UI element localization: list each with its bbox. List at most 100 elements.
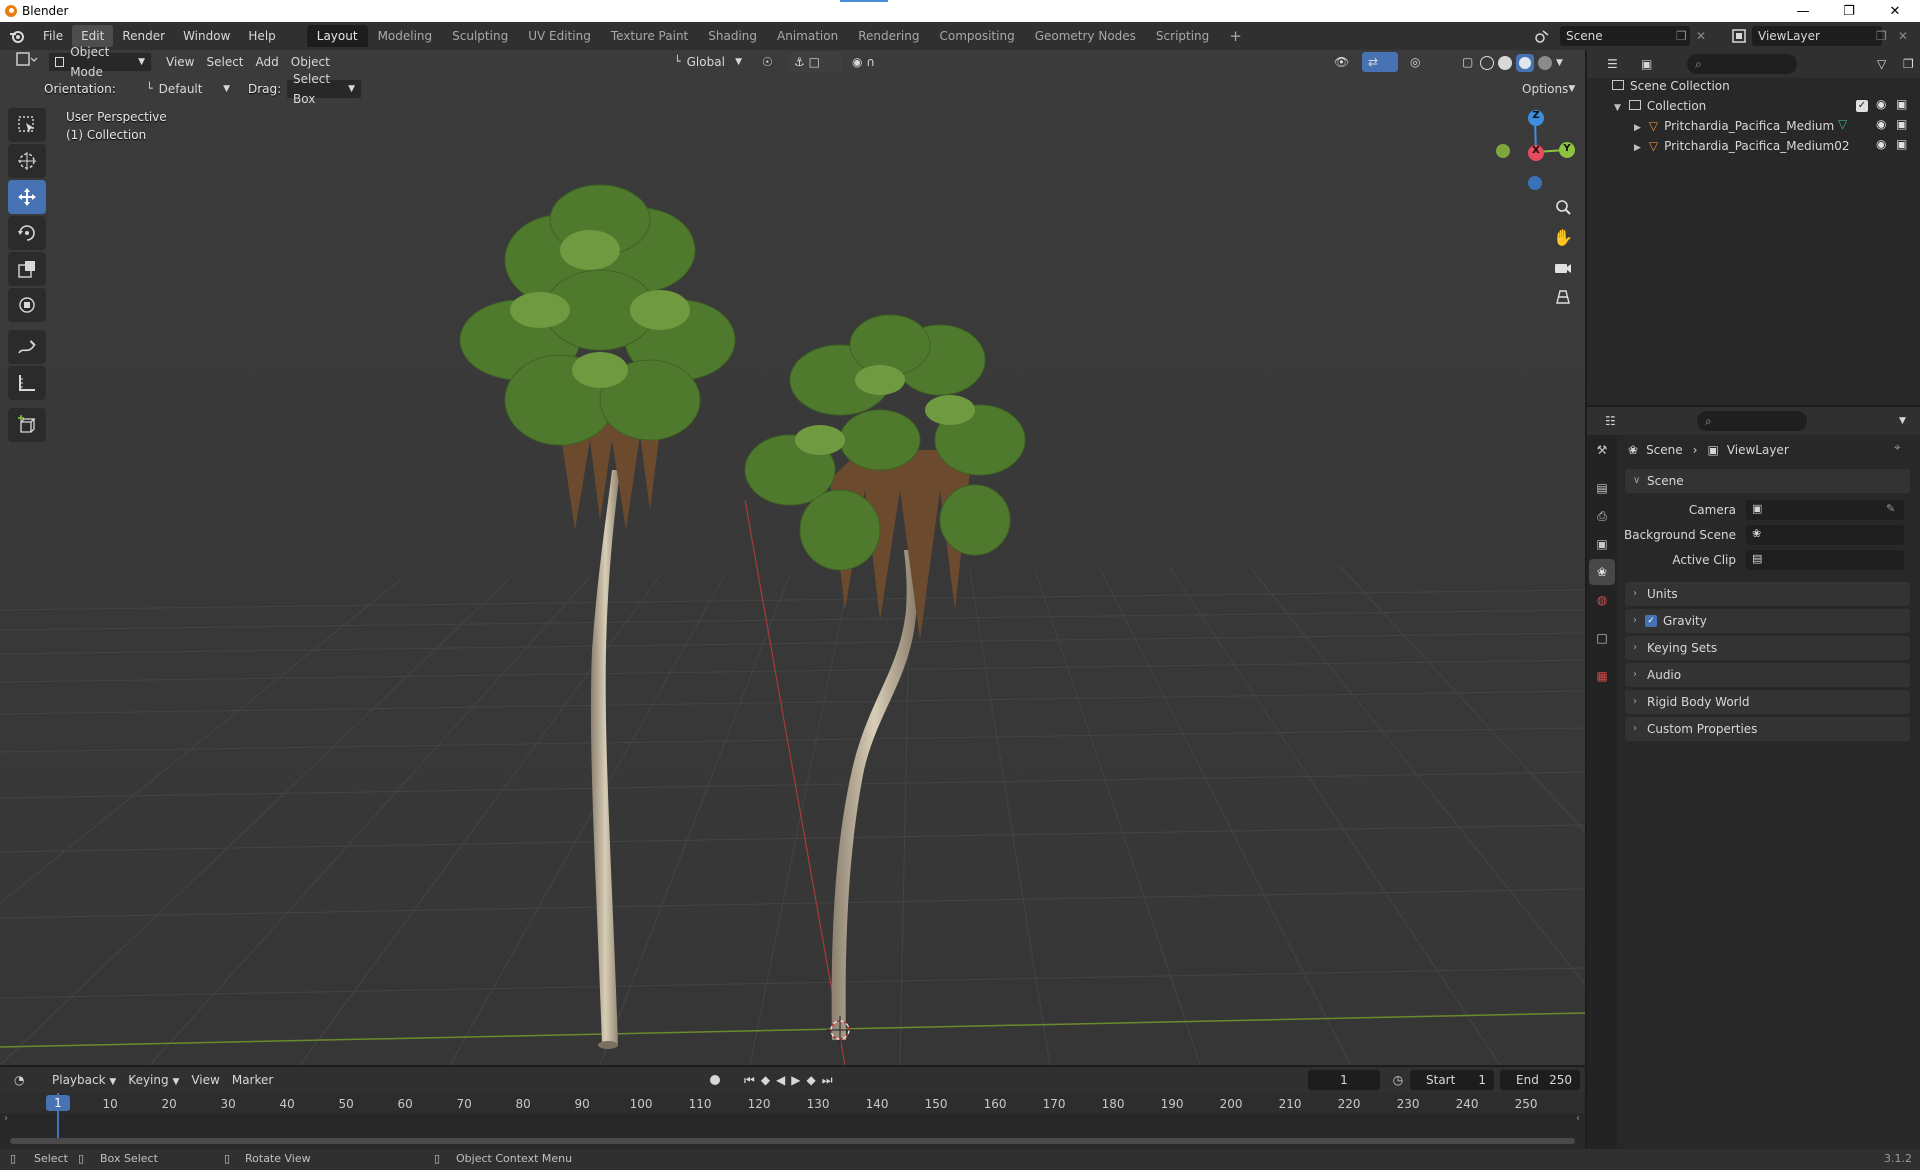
overlays-toggle-icon[interactable]: ◎ (1404, 52, 1440, 72)
new-collection-icon[interactable]: ❐ (1897, 54, 1917, 74)
wireframe-shading-icon[interactable] (1480, 56, 1494, 70)
viewlayer-selector-icon[interactable] (1724, 26, 1754, 46)
play-icon[interactable]: ▶ (791, 1073, 800, 1087)
keying-sets-panel-header[interactable]: › Keying Sets (1625, 636, 1910, 660)
viewlayer-remove-icon[interactable]: ✕ (1898, 26, 1914, 46)
workspace-tab-sculpting[interactable]: Sculpting (442, 25, 518, 47)
outliner-object-row[interactable]: ▶ ▽ Pritchardia_Pacifica_Medium02 (1634, 136, 1904, 156)
visibility-selector-icon[interactable]: 👁 (1328, 52, 1358, 72)
cursor-tool[interactable] (8, 144, 46, 178)
output-tab-icon[interactable]: ⎙ (1589, 503, 1615, 529)
audio-panel-header[interactable]: › Audio (1625, 663, 1910, 687)
timeline-menu-keying[interactable]: Keying ▼ (122, 1070, 185, 1090)
workspace-tab-uv-editing[interactable]: UV Editing (518, 25, 601, 47)
timeline-menu-view[interactable]: View (185, 1070, 225, 1090)
proportional-edit-icon[interactable]: ◉ ∩ (846, 52, 890, 72)
menu-help[interactable]: Help (239, 25, 284, 47)
workspace-tab-rendering[interactable]: Rendering (848, 25, 929, 47)
restore-icon[interactable]: ❐ (1826, 0, 1872, 22)
gravity-panel-header[interactable]: › ✓ Gravity (1625, 609, 1910, 633)
properties-search-input[interactable]: ⌕ (1697, 411, 1807, 431)
zoom-icon[interactable] (1550, 194, 1576, 220)
menu-file[interactable]: File (34, 25, 72, 47)
transform-orientation-dropdown[interactable]: └ Global ▼ (668, 52, 748, 72)
gravity-checkbox[interactable]: ✓ (1645, 615, 1657, 627)
timeline-menu-playback[interactable]: Playback ▼ (46, 1070, 122, 1090)
mode-selector[interactable]: Object Mode ▼ (48, 45, 152, 79)
start-frame-field[interactable]: Start 1 (1410, 1070, 1494, 1090)
add-cube-tool[interactable] (8, 408, 46, 442)
outliner-search-input[interactable]: ⌕ (1687, 54, 1797, 74)
chevron-left-icon[interactable]: ‹ (1576, 1113, 1580, 1124)
camera-view-icon[interactable] (1550, 254, 1576, 280)
outliner-editor-type-icon[interactable]: ☰ (1601, 54, 1631, 74)
material-preview-shading-icon[interactable] (1516, 54, 1534, 72)
render-camera-icon[interactable]: ▣ (1896, 137, 1907, 151)
active-clip-field[interactable]: ▤ (1746, 550, 1904, 570)
eyedropper-icon[interactable]: ✎ (1886, 502, 1895, 515)
workspace-tab-geometry-nodes[interactable]: Geometry Nodes (1025, 25, 1146, 47)
editor-type-icon[interactable] (10, 52, 44, 72)
units-panel-header[interactable]: › Units (1625, 582, 1910, 606)
prev-keyframe-icon[interactable]: ◆ (761, 1073, 770, 1087)
viewport-menu-view[interactable]: View (160, 52, 200, 72)
add-workspace-button[interactable]: + (1219, 25, 1252, 47)
outliner-collection[interactable]: ▼ Collection (1614, 96, 1914, 116)
workspace-tab-scripting[interactable]: Scripting (1146, 25, 1219, 47)
xray-toggle-icon[interactable]: ▢ (1456, 52, 1478, 72)
render-camera-icon[interactable]: ▣ (1896, 97, 1907, 111)
workspace-tab-modeling[interactable]: Modeling (368, 25, 443, 47)
preview-range-clock-icon[interactable]: ◷ (1388, 1070, 1408, 1090)
drag-dropdown[interactable]: Select Box ▼ (286, 72, 362, 106)
scene-remove-icon[interactable]: ✕ (1696, 26, 1710, 46)
playhead-frame-label[interactable]: 1 (46, 1095, 70, 1111)
background-scene-field[interactable]: ❀ (1746, 525, 1904, 545)
select-box-tool[interactable] (8, 108, 46, 142)
viewlayer-new-icon[interactable]: ❐ (1876, 26, 1892, 46)
rotate-tool[interactable] (8, 216, 46, 250)
visibility-eye-icon[interactable]: ◉ (1876, 97, 1886, 111)
render-camera-icon[interactable]: ▣ (1896, 117, 1907, 131)
snap-toggle-icon[interactable]: ⚓ □ (788, 52, 842, 72)
end-frame-field[interactable]: End 250 (1500, 1070, 1580, 1090)
outliner-object-row[interactable]: ▶ ▽ Pritchardia_Pacifica_Medium (1634, 116, 1904, 136)
transform-tool[interactable] (8, 288, 46, 322)
timeline-area[interactable]: 1102030405060708090100110120130140150160… (0, 1093, 1585, 1149)
blender-menu-icon[interactable] (0, 29, 34, 43)
solid-shading-icon[interactable] (1498, 56, 1512, 70)
orientation-dropdown[interactable]: └ Default ▼ (140, 79, 236, 99)
scene-panel-header[interactable]: ∨ Scene (1625, 469, 1910, 493)
annotate-tool[interactable] (8, 330, 46, 364)
chevron-right-icon[interactable]: › (4, 1113, 8, 1124)
world-tab-icon[interactable]: ◍ (1589, 587, 1615, 613)
collection-tab-icon[interactable]: □ (1589, 625, 1615, 651)
pan-hand-icon[interactable]: ✋ (1550, 224, 1576, 250)
rigid-body-world-panel-header[interactable]: › Rigid Body World (1625, 690, 1910, 714)
modifier-icon[interactable]: ▽ (1838, 117, 1847, 131)
filter-icon[interactable]: ▽ (1871, 54, 1897, 74)
move-tool[interactable] (8, 180, 46, 214)
workspace-tab-animation[interactable]: Animation (767, 25, 848, 47)
disclosure-closed-icon[interactable]: ▶ (1634, 123, 1641, 133)
workspace-tab-shading[interactable]: Shading (698, 25, 767, 47)
timeline-menu-marker[interactable]: Marker (226, 1070, 279, 1090)
texture-tab-icon[interactable]: ▦ (1589, 663, 1615, 689)
current-frame-field[interactable]: 1 (1308, 1070, 1380, 1090)
scene-new-icon[interactable]: ❐ (1676, 26, 1690, 46)
jump-start-icon[interactable]: ⏮ (744, 1073, 755, 1088)
viewport-menu-add[interactable]: Add (250, 52, 285, 72)
viewport-menu-select[interactable]: Select (200, 52, 249, 72)
scene-tab-icon[interactable]: ❀ (1589, 559, 1615, 585)
menu-window[interactable]: Window (174, 25, 239, 47)
minimize-icon[interactable]: — (1780, 0, 1826, 22)
play-reverse-icon[interactable]: ◀ (776, 1073, 785, 1087)
workspace-tab-texture-paint[interactable]: Texture Paint (601, 25, 698, 47)
3d-viewport[interactable] (0, 50, 1585, 1065)
visibility-eye-icon[interactable]: ◉ (1876, 137, 1886, 151)
next-keyframe-icon[interactable]: ◆ (807, 1073, 816, 1087)
measure-tool[interactable] (8, 366, 46, 400)
display-mode-icon[interactable]: ▣ (1635, 54, 1665, 74)
viewlayer-name-field[interactable]: ViewLayer (1752, 26, 1882, 46)
scene-selector-icon[interactable] (1522, 26, 1562, 46)
pivot-point-icon[interactable]: ☉ (756, 52, 784, 72)
